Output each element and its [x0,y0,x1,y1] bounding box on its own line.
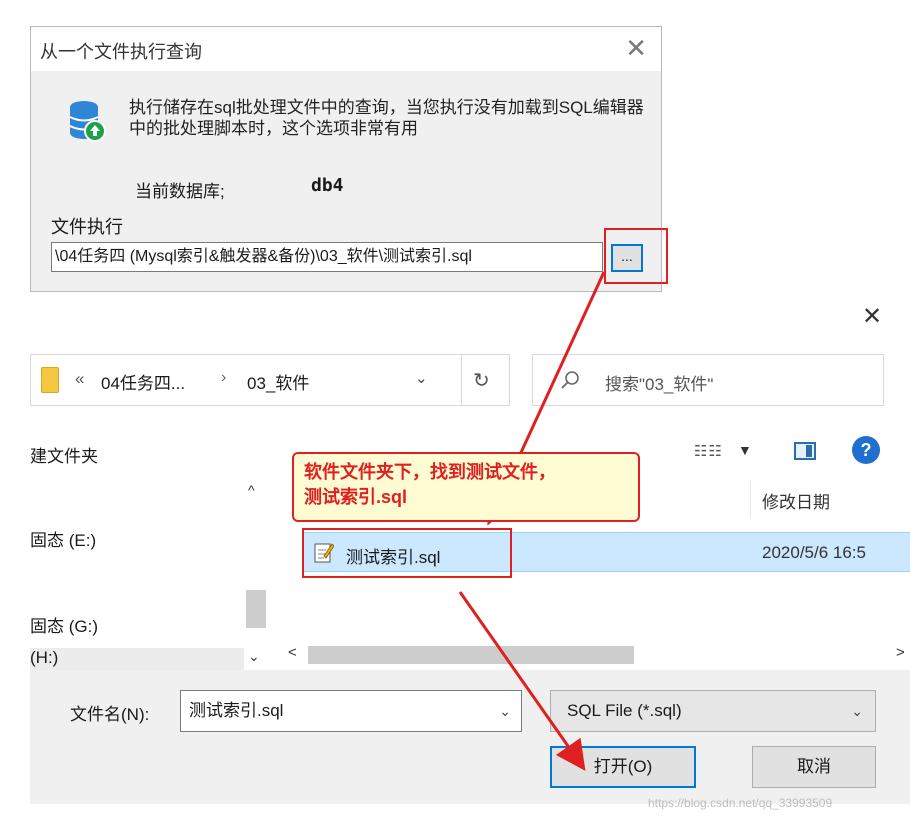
filetype-select[interactable]: SQL File (*.sql) ⌄ [550,690,876,732]
open-button[interactable]: 打开(O) [550,746,696,788]
close-icon[interactable]: ✕ [625,33,647,63]
navigation-pane: ^ ⌄ 固态 (E:) 固态 (G:) (H:) [30,476,272,670]
new-folder-button[interactable]: 建文件夹 [30,442,98,467]
current-database-label: 当前数据库; [135,182,225,201]
vertical-scrollbar-thumb[interactable] [246,590,266,628]
breadcrumb-separator-icon[interactable]: › [221,369,226,387]
scroll-down-icon[interactable]: ⌄ [248,648,260,665]
search-placeholder: 搜索"03_软件" [605,375,714,394]
refresh-icon[interactable]: ↻ [473,368,490,393]
cancel-button[interactable]: 取消 [752,746,876,788]
database-icon [69,101,106,142]
filename-input[interactable]: 测试索引.sql ⌄ [180,690,522,732]
close-icon[interactable]: ✕ [862,302,882,331]
horizontal-scrollbar-thumb[interactable] [308,646,634,664]
dialog-footer: 文件名(N): 测试索引.sql ⌄ SQL File (*.sql) ⌄ 打开… [30,670,910,804]
dialog-title: 从一个文件执行查询 [40,42,202,62]
file-path-input[interactable]: \04任务四 (Mysql索引&触发器&备份)\03_软件\测试索引.sql [51,242,603,272]
filename-label: 文件名(N): [70,705,150,724]
divider [461,355,462,405]
folder-icon [41,367,59,393]
nav-item-drive[interactable]: (H:) [30,648,244,670]
file-date-modified: 2020/5/6 16:5 [762,543,866,562]
execute-from-file-dialog: 从一个文件执行查询 ✕ 执行储存在sql批处理文件中的查询，当您执行没有加载到S… [30,26,662,292]
highlight-box-browse [604,228,668,284]
column-header-date-modified[interactable]: 修改日期 [762,488,830,513]
watermark: https://blog.csdn.net/qq_33993509 [648,796,833,810]
view-dropdown-icon[interactable]: ▼ [738,442,752,458]
chevron-down-icon[interactable]: ⌄ [499,691,511,731]
chevron-down-icon[interactable]: ⌄ [415,369,428,387]
breadcrumb-item[interactable]: 04任务四... [101,369,185,394]
nav-item-drive[interactable]: 固态 (E:) [30,526,96,551]
address-bar[interactable]: « 04任务四... › 03_软件 ⌄ ↻ [30,354,510,406]
search-input[interactable]: 搜索"03_软件" [532,354,884,406]
scroll-left-icon[interactable]: < [288,644,297,661]
annotation-callout: 软件文件夹下，找到测试文件， 测试索引.sql [292,452,640,522]
preview-pane-icon[interactable] [794,442,816,460]
column-divider [750,480,751,518]
file-execute-label: 文件执行 [51,217,123,237]
current-database-value: db4 [311,175,344,196]
overflow-chevrons-icon[interactable]: « [75,369,84,389]
scroll-up-icon[interactable]: ^ [248,482,255,498]
highlight-box-file [302,528,512,578]
breadcrumb-item[interactable]: 03_软件 [247,369,309,394]
callout-line: 软件文件夹下，找到测试文件， [304,462,556,482]
view-list-icon[interactable]: ☷☷ [694,442,723,460]
dialog-titlebar: 从一个文件执行查询 ✕ [31,27,661,71]
chevron-down-icon[interactable]: ⌄ [851,691,863,731]
search-icon [561,371,579,389]
filetype-value: SQL File (*.sql) [567,701,682,720]
scroll-right-icon[interactable]: > [896,644,905,661]
dialog-description: 执行储存在sql批处理文件中的查询，当您执行没有加载到SQL编辑器中的批处理脚本… [129,98,644,138]
screenshot-root: 从一个文件执行查询 ✕ 执行储存在sql批处理文件中的查询，当您执行没有加载到S… [0,0,910,825]
callout-line: 测试索引.sql [304,487,408,507]
filename-value: 测试索引.sql [189,701,284,720]
nav-item-drive[interactable]: 固态 (G:) [30,612,98,637]
help-icon[interactable]: ? [852,436,880,464]
